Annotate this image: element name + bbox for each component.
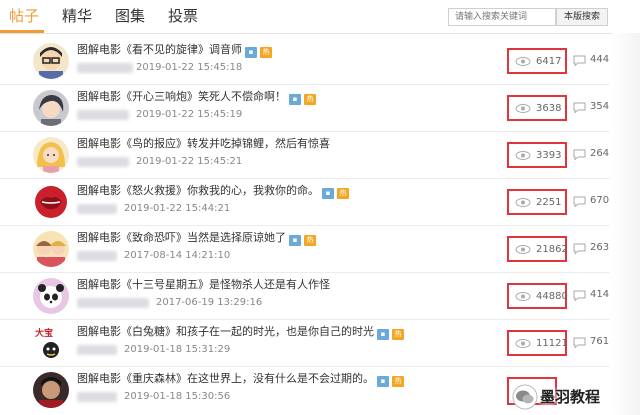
list-item[interactable]: 图解电影《鸟的报应》转发并吃掉锦鲤，然后有惊喜 2019-01-22 15:45… [0,132,610,179]
hot-badge-icon: 热 [304,94,316,105]
comment-icon [573,290,586,301]
tab-gallery[interactable]: 图集 [115,6,145,26]
post-time: 2019-01-22 15:44:21 [124,203,231,214]
views-highlight-box: 3638 [507,95,567,121]
views-highlight-box: 6417 [507,48,567,74]
list-item[interactable]: 图解电影《开心三响炮》笑死人不偿命啊！ ▪ 热 2019-01-22 15:45:1… [0,85,610,132]
watermark-text: 墨羽教程 [540,388,601,406]
svg-text:大宝: 大宝 [35,327,53,339]
post-time: 2017-06-19 13:29:16 [156,297,263,308]
reply-count: 414 [590,289,610,300]
author-name-blurred[interactable] [77,63,133,73]
red-lips-icon[interactable] [33,184,69,220]
post-time: 2019-01-18 15:31:29 [124,344,231,355]
reply-count: 264 [590,148,610,159]
page-edge-shadow [612,33,640,415]
views-highlight-box: 3393 [507,142,567,168]
post-time: 2019-01-22 15:45:19 [136,109,243,120]
comment-icon [573,149,586,160]
post-title[interactable]: 图解电影《十三号星期五》是怪物杀人还是有人作怪 [77,277,330,293]
comment-icon [573,102,586,113]
image-icon: ▪ [377,329,389,340]
comment-icon [573,55,586,66]
view-count: 3393 [536,150,562,161]
author-name-blurred[interactable] [77,110,129,120]
post-title[interactable]: 图解电影《怒火救援》你救我的心，我救你的命。 ▪ 热 [77,183,349,199]
eye-icon [515,339,531,348]
cartoon-guy-icon[interactable] [33,43,69,79]
post-title[interactable]: 图解电影《重庆森林》在这世界上，没有什么是不会过期的。 ▪ 热 [77,371,404,387]
hot-badge-icon: 热 [392,376,404,387]
image-icon: ▪ [377,376,389,387]
view-count: 11121 [536,338,568,349]
author-name-blurred[interactable] [77,157,129,167]
tab-bar: 帖子 精华 图集 投票 本版搜索 [0,0,640,34]
views-highlight-box: 11121 [507,330,568,356]
post-title[interactable]: 图解电影《看不见的旋律》调音师 ▪ 热 [77,42,272,58]
view-count: 6417 [536,56,562,67]
post-title[interactable]: 图解电影《白兔糖》和孩子在一起的时光，也是你自己的时光 ▪ 热 [77,324,404,340]
list-item[interactable]: 图解电影《怒火救援》你救我的心，我救你的命。 ▪ 热 2019-01-22 15:4… [0,179,610,226]
reply-count: 444 [590,54,610,65]
panda-girl-icon[interactable] [33,278,69,314]
tab-posts[interactable]: 帖子 [9,6,39,26]
comment-icon [573,243,586,254]
hot-badge-icon: 热 [392,329,404,340]
dark-portrait-icon[interactable] [33,372,69,408]
image-icon: ▪ [289,94,301,105]
author-name-blurred[interactable] [77,204,117,214]
tab-vote[interactable]: 投票 [168,6,198,26]
active-tab-indicator [0,30,44,33]
reply-count: 354 [590,101,610,112]
post-title[interactable]: 图解电影《开心三响炮》笑死人不偿命啊！ ▪ 热 [77,89,316,105]
eye-icon [515,198,531,207]
eye-icon [515,57,531,66]
eye-icon [515,151,531,160]
hot-badge-icon: 热 [304,235,316,246]
wechat-icon [512,384,538,410]
post-title[interactable]: 图解电影《鸟的报应》转发并吃掉锦鲤，然后有惊喜 [77,136,330,152]
views-highlight-box: 2251 [507,189,567,215]
reply-count: 670 [590,195,610,206]
tab-featured[interactable]: 精华 [62,6,92,26]
anime-group-icon[interactable] [33,231,69,267]
image-icon: ▪ [289,235,301,246]
cartoon-blonde-icon[interactable] [33,137,69,173]
views-highlight-box: 21862 [507,236,568,262]
comment-icon [573,337,586,348]
post-time: 2019-01-22 15:45:18 [136,62,243,73]
hot-badge-icon: 热 [260,47,272,58]
search-input[interactable] [448,8,556,26]
view-count: 2251 [536,197,562,208]
post-title[interactable]: 图解电影《致命恐吓》当然是选择原谅她了 ▪ 热 [77,230,316,246]
views-highlight-box: 44880 [507,283,568,309]
list-item[interactable]: 图解电影《看不见的旋律》调音师 ▪ 热 2019-01-22 15:45:18 64… [0,38,610,85]
post-time: 2019-01-18 15:30:56 [124,391,231,402]
author-name-blurred[interactable] [77,251,117,261]
reply-count: 761 [590,336,610,347]
view-count: 3638 [536,103,562,114]
eye-icon [515,104,531,113]
view-count: 44880 [536,291,568,302]
comment-icon [573,196,586,207]
list-item[interactable]: 图解电影《致命恐吓》当然是选择原谅她了 ▪ 热 2017-08-14 14:21:1… [0,226,610,273]
eye-icon [515,292,531,301]
view-count: 21862 [536,244,568,255]
image-icon: ▪ [322,188,334,199]
watermark: 墨羽教程 [510,382,638,412]
hot-badge-icon: 热 [337,188,349,199]
author-name-blurred[interactable] [77,298,149,308]
post-time: 2019-01-22 15:45:21 [136,156,243,167]
cartoon-girl-icon[interactable] [33,90,69,126]
eye-icon [515,245,531,254]
search-button[interactable]: 本版搜索 [556,8,608,26]
dabao-logo-icon[interactable]: 大宝 [33,325,69,361]
post-time: 2017-08-14 14:21:10 [124,250,231,261]
reply-count: 263 [590,242,610,253]
author-name-blurred[interactable] [77,345,117,355]
list-item[interactable]: 大宝 图解电影《白兔糖》和孩子在一起的时光，也是你自己的时光 ▪ 热 2019-01… [0,320,610,367]
author-name-blurred[interactable] [77,392,117,402]
list-item[interactable]: 图解电影《十三号星期五》是怪物杀人还是有人作怪 2017-06-19 13:29… [0,273,610,320]
image-icon: ▪ [245,47,257,58]
